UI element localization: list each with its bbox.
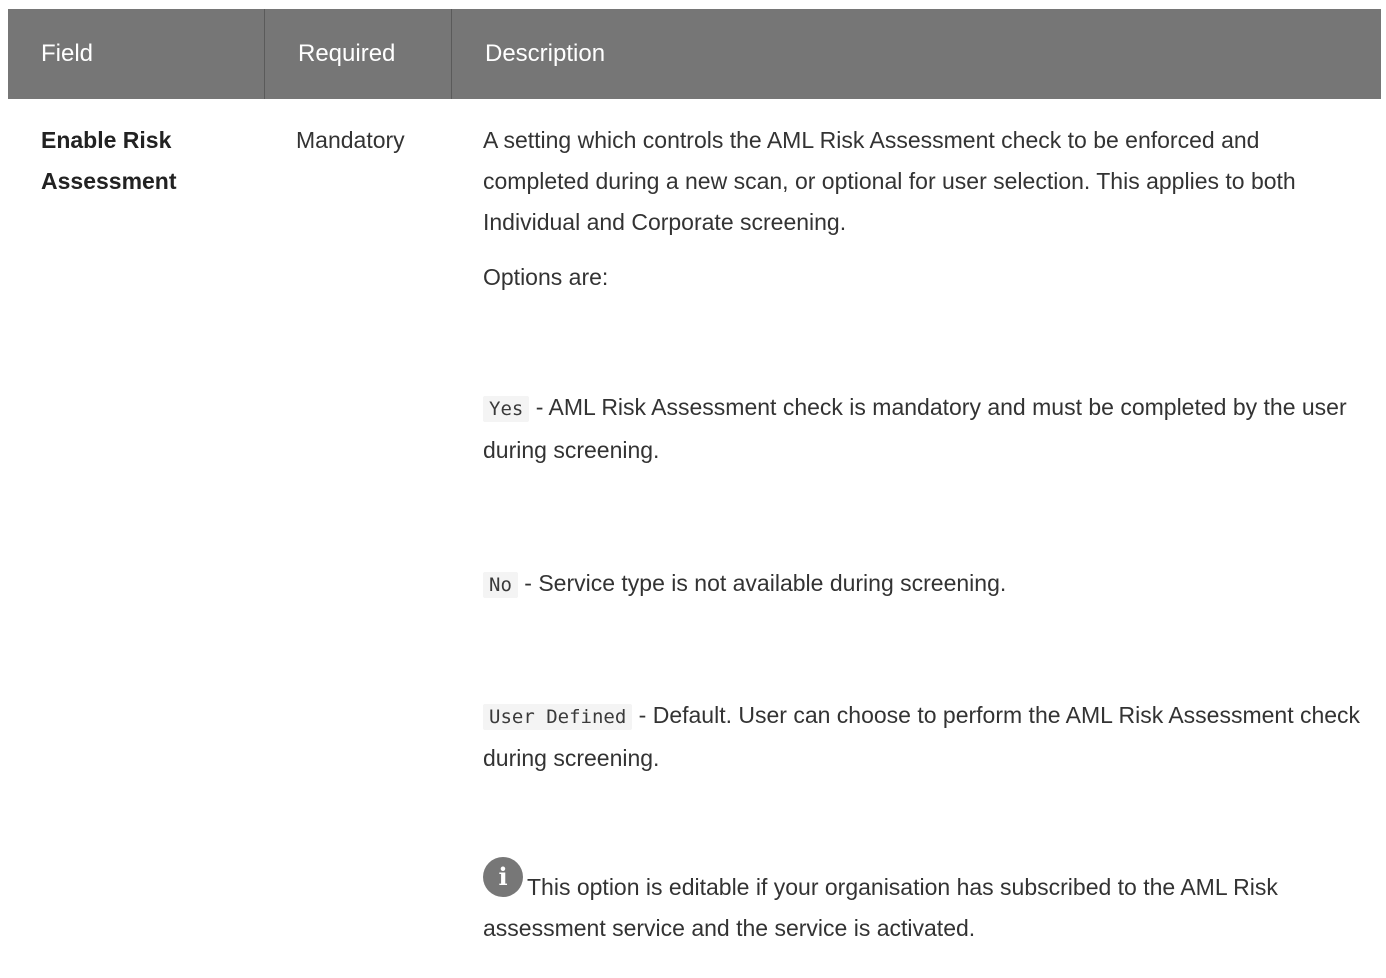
option-yes: Yes - AML Risk Assessment check is manda… (483, 387, 1361, 471)
options-label: Options are: (483, 264, 609, 290)
description-text: A setting which controls the AML Risk As… (483, 127, 1296, 235)
option-user-defined: User Defined - Default. User can choose … (483, 695, 1361, 779)
option-code: User Defined (483, 704, 633, 730)
option-code: No (483, 572, 518, 598)
option-no: No - Service type is not available durin… (483, 563, 1361, 606)
option-text: - AML Risk Assessment check is mandatory… (483, 394, 1347, 463)
header-required: Required (264, 9, 451, 99)
header-field: Field (41, 40, 94, 67)
header-description: Description (451, 9, 1381, 99)
option-text: - Service type is not available during s… (517, 570, 1007, 596)
info-note: i This option is editable if your organis… (483, 857, 1361, 949)
table-header: Field Required Description (8, 9, 1381, 99)
option-code: Yes (483, 396, 530, 422)
description-cell: A setting which controls the AML Risk As… (451, 99, 1381, 949)
required-value: Mandatory (296, 127, 405, 153)
table-row: Enable Risk Assessment Mandatory A setti… (8, 99, 1381, 949)
note-text: This option is editable if your organisa… (483, 874, 1278, 941)
settings-table: Field Required Description Enable Risk A… (8, 9, 1381, 949)
info-icon: i (483, 857, 523, 897)
field-name: Enable Risk Assessment (41, 127, 177, 194)
